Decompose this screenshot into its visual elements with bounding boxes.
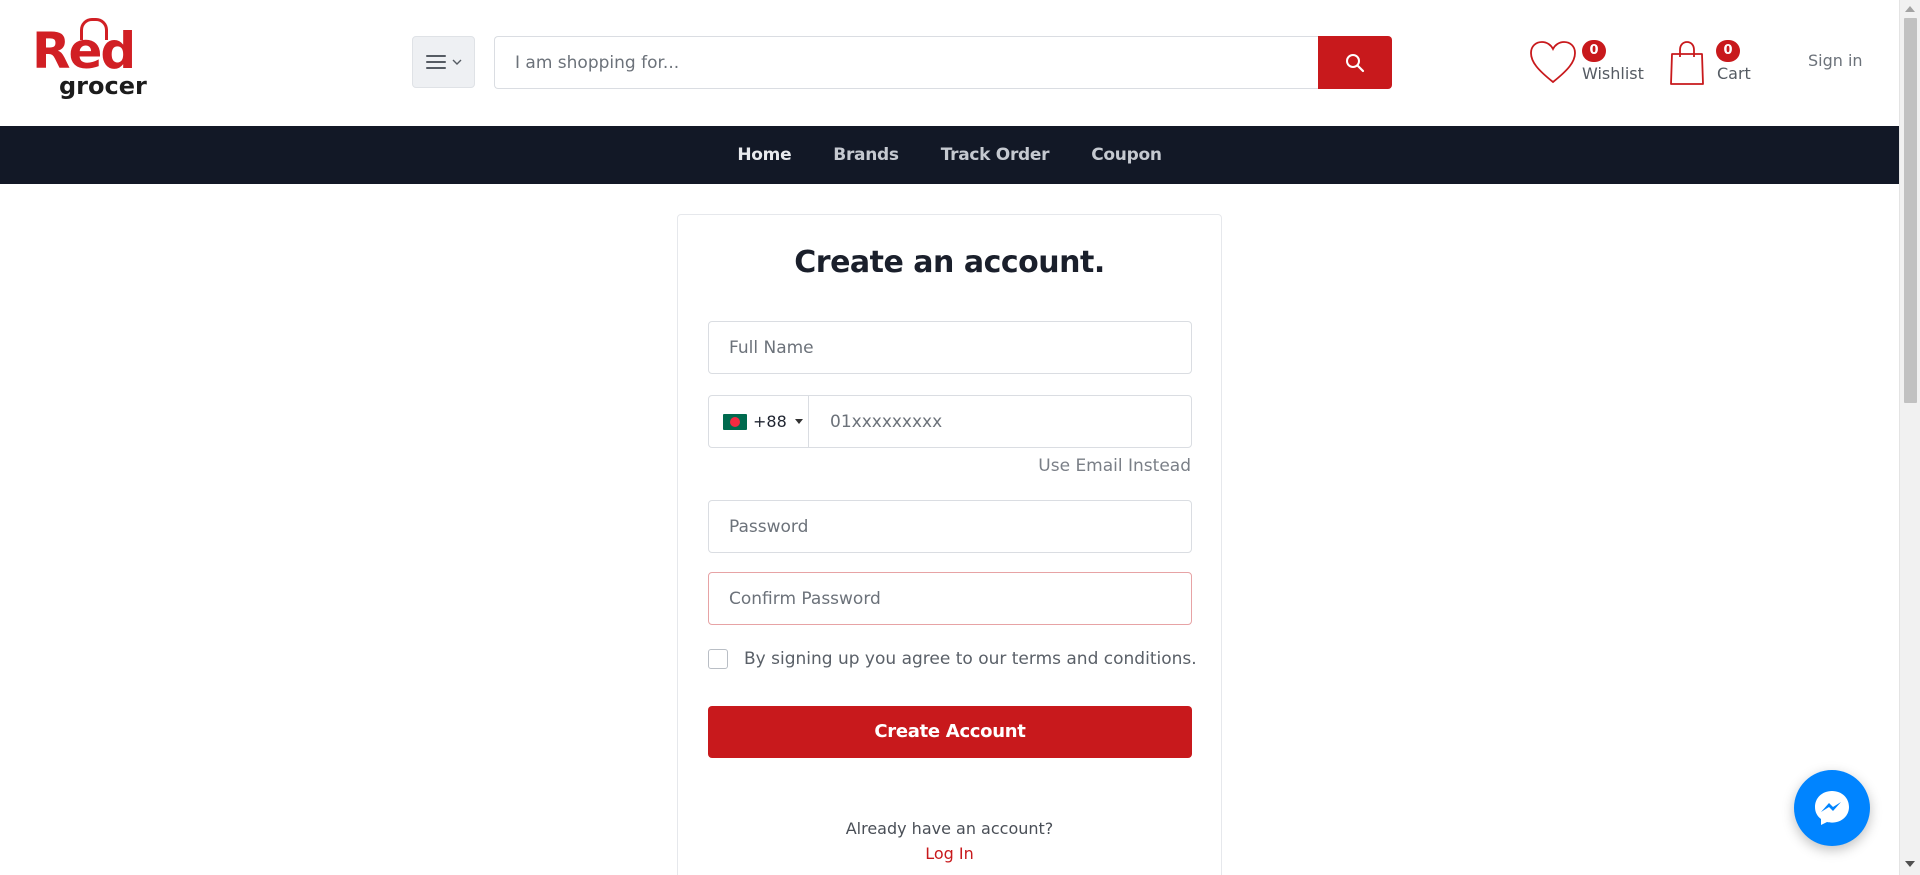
search-input[interactable] xyxy=(494,36,1320,89)
phone-field[interactable] xyxy=(810,396,1191,447)
confirm-password-field[interactable] xyxy=(708,572,1192,625)
nav-item-coupon[interactable]: Coupon xyxy=(1091,145,1162,165)
page-title: Create an account. xyxy=(794,245,1105,280)
scroll-down-arrow-icon[interactable] xyxy=(1905,861,1915,867)
logo-text-bottom: grocer xyxy=(59,72,147,100)
use-email-instead-link[interactable]: Use Email Instead xyxy=(1038,456,1191,476)
messenger-chat-button[interactable] xyxy=(1794,770,1870,846)
caret-down-icon xyxy=(794,419,803,424)
log-in-link[interactable]: Log In xyxy=(678,844,1221,863)
nav-item-home[interactable]: Home xyxy=(737,145,791,165)
hamburger-icon xyxy=(425,55,446,69)
chevron-down-icon xyxy=(452,59,461,65)
wishlist-label: Wishlist xyxy=(1582,64,1644,83)
already-have-account-text: Already have an account? xyxy=(845,819,1054,838)
scroll-up-arrow-icon[interactable] xyxy=(1905,6,1915,12)
create-account-button[interactable]: Create Account xyxy=(708,706,1192,758)
messenger-icon xyxy=(1815,791,1849,825)
heart-icon xyxy=(1530,41,1576,84)
signup-card: Create an account. +88 Use Email Instead… xyxy=(677,214,1222,875)
full-name-field[interactable] xyxy=(708,321,1192,374)
terms-row: By signing up you agree to our terms and… xyxy=(708,649,1197,669)
terms-label: By signing up you agree to our terms and… xyxy=(744,649,1197,669)
search-icon xyxy=(1346,53,1365,72)
terms-checkbox[interactable] xyxy=(708,649,728,669)
page-scrollbar[interactable] xyxy=(1899,0,1920,875)
category-menu-button[interactable] xyxy=(412,36,475,88)
nav-item-track-order[interactable]: Track Order xyxy=(941,145,1050,165)
sign-in-link[interactable]: Sign in xyxy=(1808,51,1863,70)
cart-link[interactable]: 0 Cart xyxy=(1668,38,1768,88)
password-field[interactable] xyxy=(708,500,1192,553)
country-dial-code: +88 xyxy=(753,412,787,431)
shopping-bag-icon xyxy=(1670,41,1704,85)
phone-field-group: +88 xyxy=(708,395,1192,448)
scroll-thumb[interactable] xyxy=(1904,18,1917,403)
site-header: Red grocer 0 Wishlist 0 Cart Sign in xyxy=(0,0,1899,126)
search-button[interactable] xyxy=(1318,36,1392,89)
nav-item-brands[interactable]: Brands xyxy=(833,145,899,165)
redgrocer-logo[interactable]: Red grocer xyxy=(32,18,154,106)
logo-text-top: Red xyxy=(32,22,136,80)
cart-label: Cart xyxy=(1717,64,1751,83)
country-code-select[interactable]: +88 xyxy=(709,396,809,447)
main-nav: Home Brands Track Order Coupon xyxy=(0,126,1899,184)
wishlist-count-badge: 0 xyxy=(1582,40,1606,62)
bangladesh-flag-icon xyxy=(723,413,747,430)
search-bar xyxy=(494,36,1392,89)
cart-count-badge: 0 xyxy=(1716,40,1740,62)
wishlist-link[interactable]: 0 Wishlist xyxy=(1528,38,1648,88)
